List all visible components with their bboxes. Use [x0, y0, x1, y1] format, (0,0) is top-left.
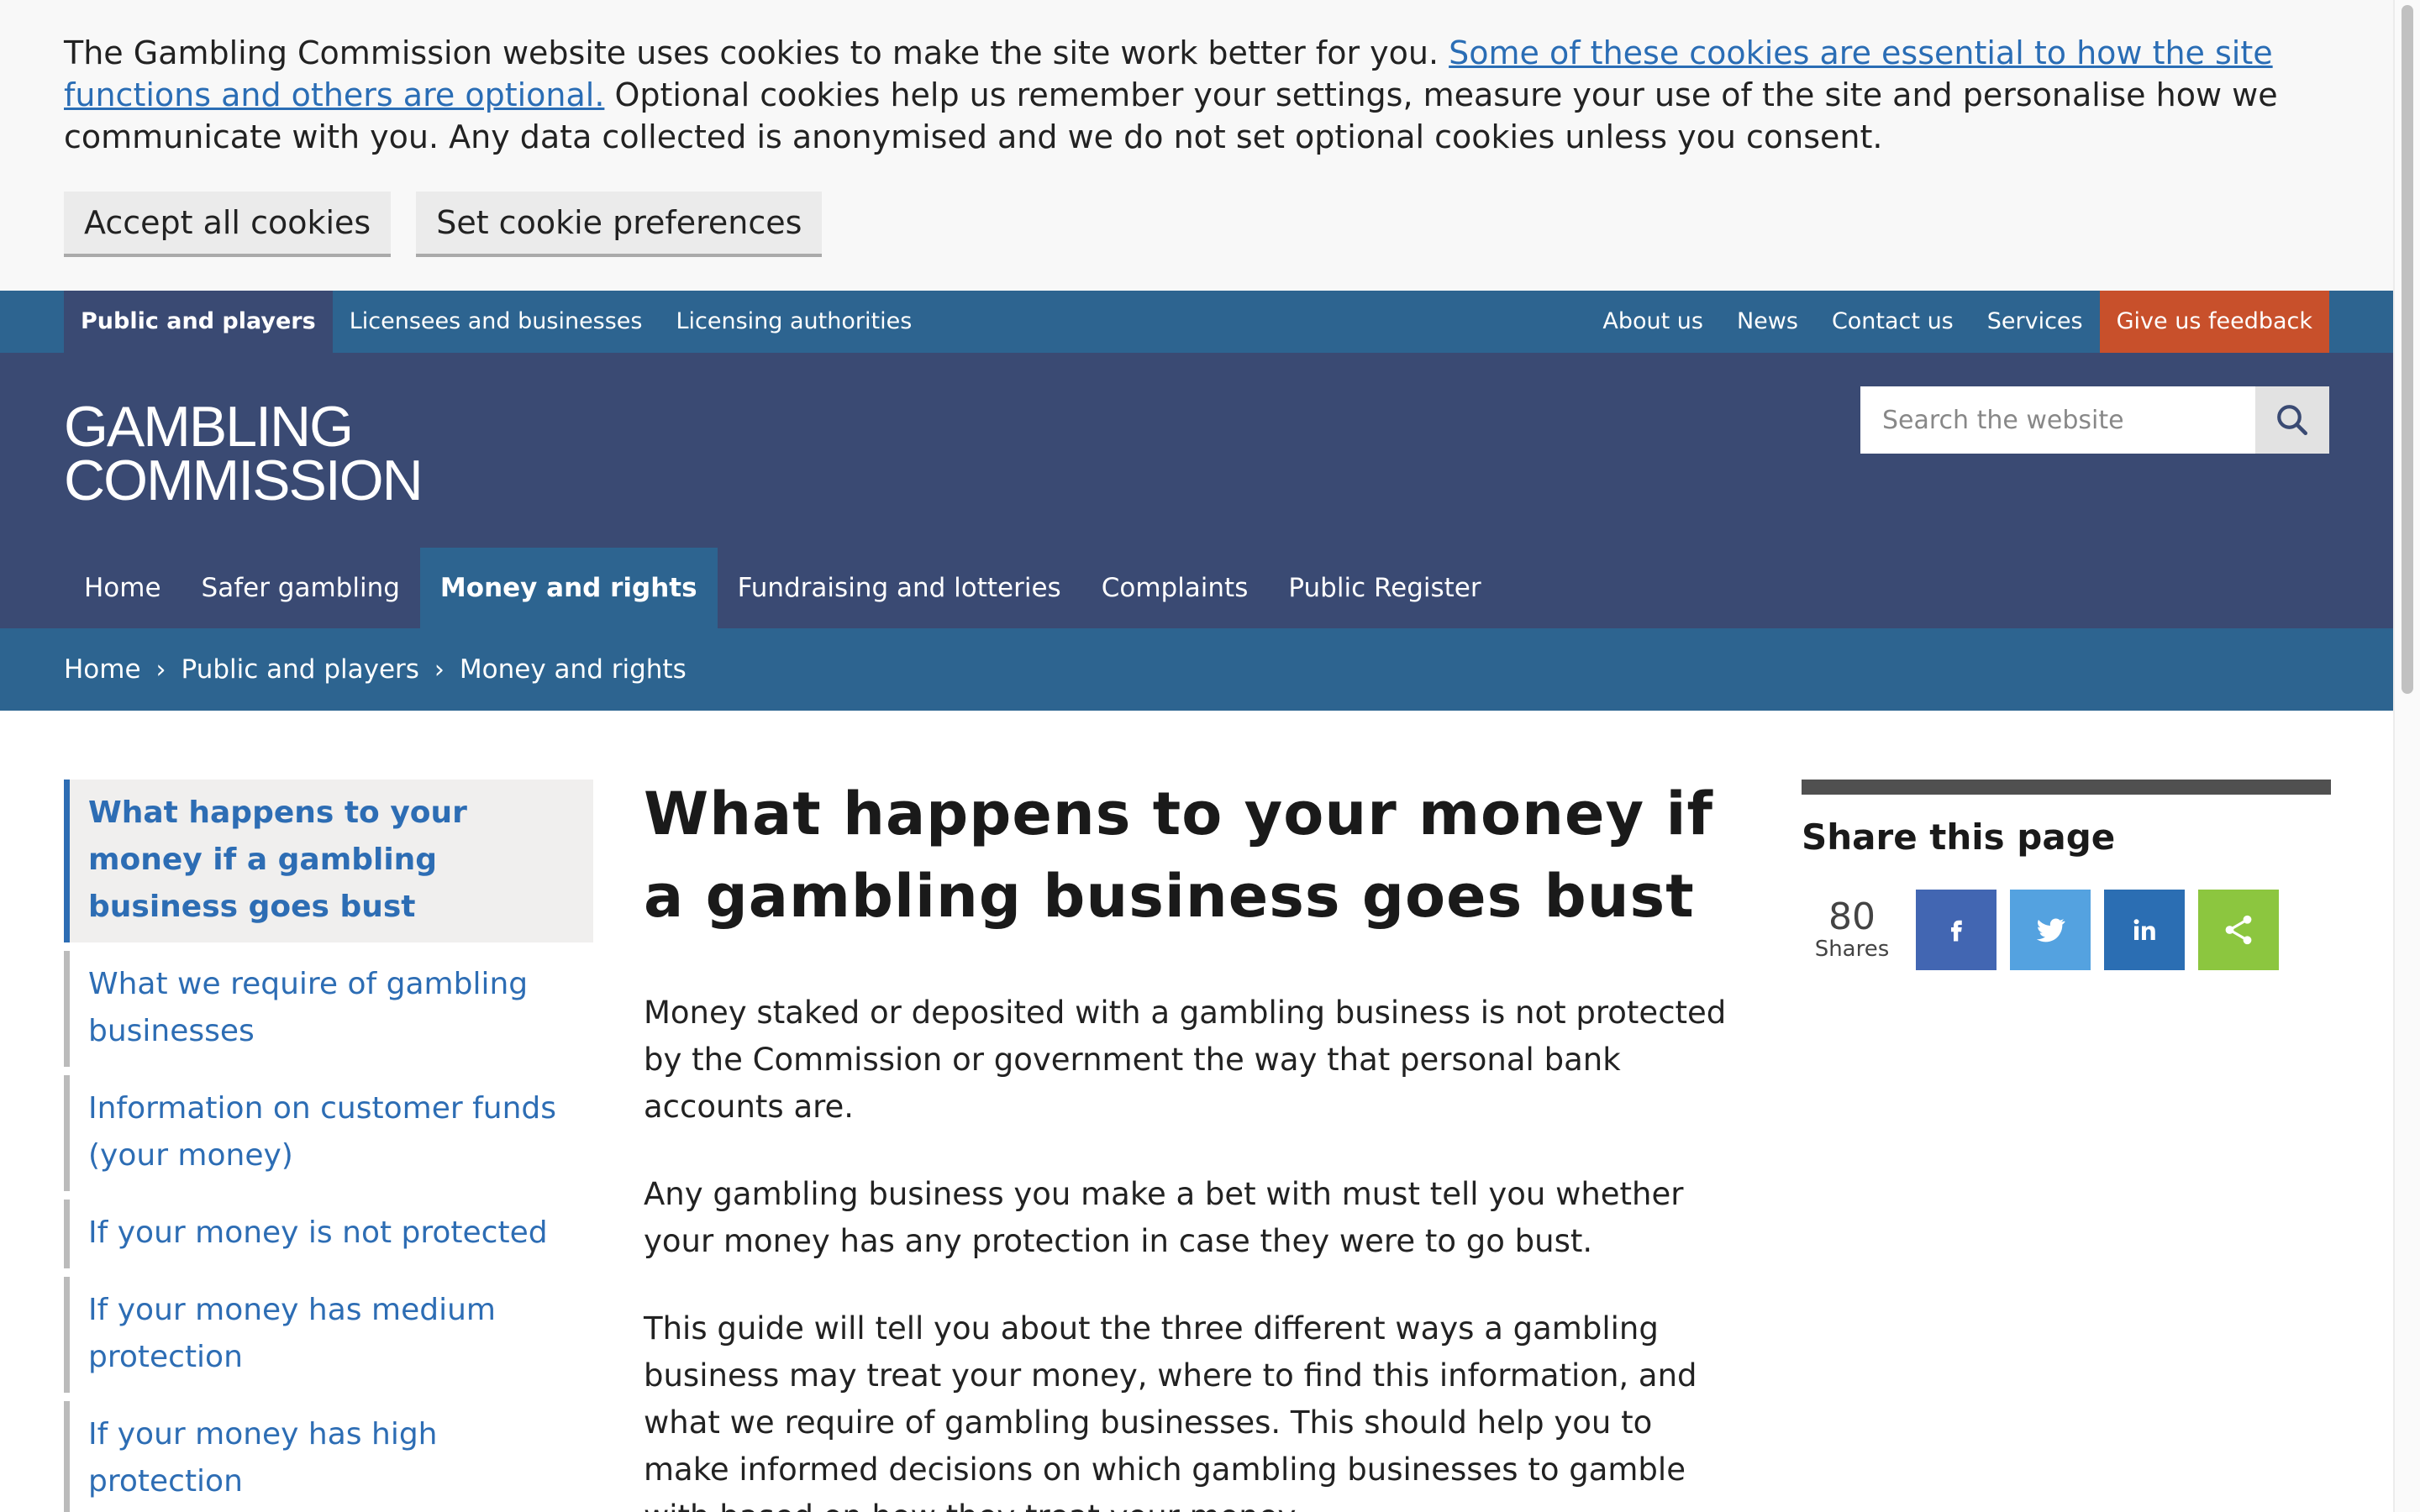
audience-licensees[interactable]: Licensees and businesses [333, 291, 660, 353]
breadcrumb-public-players[interactable]: Public and players [182, 654, 419, 685]
share-icon [2225, 915, 2252, 945]
paragraph: Any gambling business you make a bet wit… [644, 1176, 1684, 1259]
gambling-commission-logo[interactable]: GAMBLING COMMISSION [64, 395, 424, 512]
cookie-text-before: The Gambling Commission website uses coo… [64, 34, 1449, 71]
paragraph: This guide will tell you about the three… [644, 1310, 1697, 1512]
feedback-button[interactable]: Give us feedback [2099, 291, 2329, 353]
twitter-share-button[interactable] [2010, 890, 2091, 970]
nav-fundraising-lotteries[interactable]: Fundraising and lotteries [718, 548, 1081, 628]
main-content: What happens to your money if a gambling… [644, 773, 1744, 1512]
about-us-link[interactable]: About us [1586, 291, 1720, 353]
generic-share-button[interactable] [2198, 890, 2279, 970]
services-link[interactable]: Services [1970, 291, 2100, 353]
sidebar-item-not-protected[interactable]: If your money is not protected [64, 1200, 593, 1268]
sidebar-item-high-protection[interactable]: If your money has high protection [64, 1401, 593, 1512]
cookie-message: The Gambling Commission website uses coo… [64, 32, 2333, 158]
search-button[interactable] [2255, 386, 2329, 454]
share-count-number: 80 [1828, 895, 1876, 938]
sidebar-item-goes-bust[interactable]: What happens to your money if a gambling… [64, 780, 593, 942]
sidebar-item-customer-funds[interactable]: Information on customer funds (your mone… [64, 1075, 593, 1191]
cookie-buttons: Accept all cookies Set cookie preference… [64, 192, 2329, 257]
search-icon [2277, 405, 2308, 436]
audience-licensing-authorities[interactable]: Licensing authorities [660, 291, 929, 353]
search-input[interactable] [1860, 386, 2255, 454]
scrollbar-thumb[interactable] [2402, 5, 2413, 694]
nav-public-register[interactable]: Public Register [1268, 548, 1501, 628]
sidebar-item-medium-protection[interactable]: If your money has medium protection [64, 1277, 593, 1393]
nav-complaints[interactable]: Complaints [1081, 548, 1269, 628]
page-title: What happens to your money if a gambling… [644, 780, 1713, 931]
contact-us-link[interactable]: Contact us [1815, 291, 1970, 353]
facebook-icon [1951, 920, 1962, 942]
linkedin-icon [2133, 919, 2155, 940]
nav-home[interactable]: Home [64, 548, 182, 628]
chevron-right-icon: › [155, 654, 166, 685]
paragraph: Money staked or deposited with a gamblin… [644, 995, 1727, 1125]
breadcrumb: Home › Public and players › Money and ri… [0, 628, 2393, 711]
audience-nav: Public and players Licensees and busines… [0, 291, 2393, 353]
accept-cookies-button[interactable]: Accept all cookies [64, 192, 392, 257]
linkedin-share-button[interactable] [2104, 890, 2185, 970]
logo-line-2: COMMISSION [64, 449, 424, 512]
search-form [1860, 386, 2329, 454]
guide-sidebar: What happens to your money if a gambling… [64, 780, 593, 1512]
share-count: 80 Shares [1802, 895, 1902, 963]
scrollbar[interactable] [2393, 0, 2420, 1512]
twitter-icon [2036, 918, 2065, 942]
main-nav: Home Safer gambling Money and rights Fun… [64, 548, 1502, 628]
sidebar-item-requirements[interactable]: What we require of gambling businesses [64, 951, 593, 1067]
logo-line-1: GAMBLING [64, 395, 354, 459]
site-header: GAMBLING COMMISSION Home Safer gambling … [0, 353, 2393, 628]
cookie-banner: The Gambling Commission website uses coo… [0, 0, 2393, 291]
audience-public-players[interactable]: Public and players [64, 291, 333, 353]
chevron-right-icon: › [434, 654, 445, 685]
divider [1802, 780, 2331, 795]
news-link[interactable]: News [1720, 291, 1815, 353]
share-title: Share this page [1802, 816, 2116, 858]
breadcrumb-money-rights[interactable]: Money and rights [460, 654, 687, 685]
facebook-share-button[interactable] [1916, 890, 1996, 970]
nav-money-and-rights[interactable]: Money and rights [419, 548, 718, 628]
share-buttons: 80 Shares [1802, 890, 2331, 970]
share-panel: Share this page 80 Shares [1802, 780, 2331, 970]
cookie-preferences-button[interactable]: Set cookie preferences [416, 192, 823, 257]
nav-safer-gambling[interactable]: Safer gambling [182, 548, 420, 628]
breadcrumb-home[interactable]: Home [64, 654, 141, 685]
share-count-label: Shares [1814, 937, 1890, 962]
